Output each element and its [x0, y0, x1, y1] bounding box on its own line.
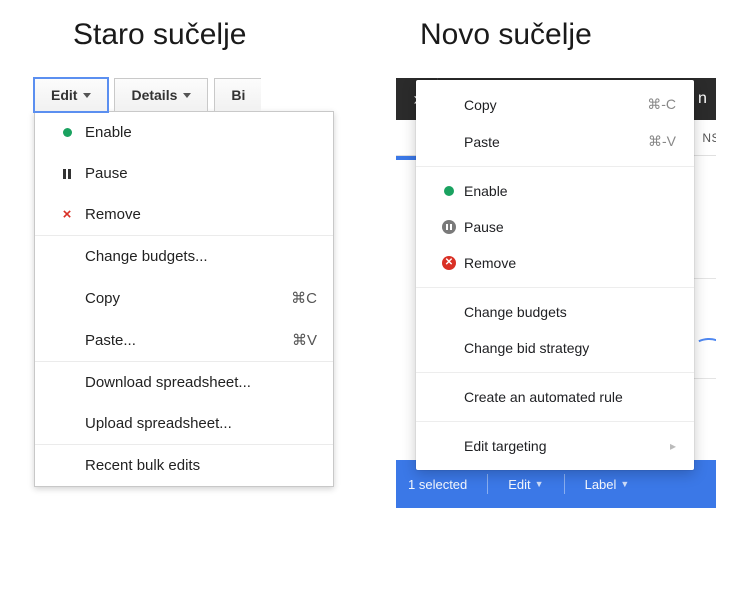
- chart-fragment: [694, 248, 716, 428]
- shortcut-label: ⌘-C: [647, 96, 676, 113]
- menu-item-label: Remove: [85, 206, 141, 223]
- menu-divider: [416, 421, 694, 422]
- caret-down-icon: ▼: [535, 479, 544, 489]
- menu-divider: [416, 372, 694, 373]
- shortcut-label: ⌘-V: [648, 133, 676, 150]
- divider: [564, 474, 565, 494]
- menu-item-label: Enable: [464, 183, 508, 199]
- shortcut-label: ⌘C: [291, 289, 317, 307]
- menu-item-recent-bulk-edits[interactable]: Recent bulk edits: [35, 445, 333, 486]
- header-fragment: n: [694, 78, 716, 120]
- menu-item-label: Recent bulk edits: [85, 457, 200, 474]
- enable-icon: [434, 186, 464, 196]
- edit-button-label: Edit: [51, 79, 77, 111]
- menu-item-label: Remove: [464, 255, 516, 271]
- menu-item-paste[interactable]: Paste... ⌘V: [35, 319, 333, 361]
- menu-item-enable[interactable]: Enable: [35, 112, 333, 153]
- menu-item-label: Upload spreadsheet...: [85, 415, 232, 432]
- details-button-label: Details: [131, 79, 177, 111]
- details-button[interactable]: Details: [114, 78, 208, 112]
- menu-item-pause[interactable]: Pause: [416, 209, 694, 245]
- enable-icon: [55, 128, 79, 137]
- menu-item-label: Change budgets...: [85, 248, 208, 265]
- menu-item-label: Edit targeting: [464, 438, 547, 454]
- remove-icon: ×: [55, 207, 79, 222]
- pause-icon: [434, 220, 464, 234]
- menu-item-download-spreadsheet[interactable]: Download spreadsheet...: [35, 362, 333, 403]
- caret-down-icon: [183, 93, 191, 98]
- menu-item-enable[interactable]: Enable: [416, 173, 694, 209]
- bid-button-fragment[interactable]: Bi: [214, 78, 261, 112]
- selection-count: 1 selected: [408, 477, 467, 492]
- new-ui-panel: › n NS 1 selected Edit ▼ Label ▼ Copy ⌘-…: [396, 78, 716, 508]
- remove-icon: ✕: [434, 256, 464, 270]
- menu-item-label: Change bid strategy: [464, 340, 589, 356]
- menu-item-paste[interactable]: Paste ⌘-V: [416, 123, 694, 160]
- old-edit-menu: Enable Pause × Remove Change budgets... …: [34, 111, 334, 487]
- menu-item-label: Create an automated rule: [464, 389, 623, 405]
- menu-item-label: Pause: [464, 219, 504, 235]
- menu-item-label: Enable: [85, 124, 132, 141]
- menu-item-remove[interactable]: × Remove: [35, 194, 333, 235]
- menu-item-label: Change budgets: [464, 304, 567, 320]
- chevron-right-icon: ▸: [670, 439, 676, 453]
- menu-item-copy[interactable]: Copy ⌘-C: [416, 86, 694, 123]
- header-fragment-letter: n: [698, 90, 707, 108]
- menu-item-create-automated-rule[interactable]: Create an automated rule: [416, 379, 694, 415]
- menu-item-label: Paste...: [85, 332, 136, 349]
- bid-button-label: Bi: [231, 79, 245, 111]
- footer-edit-button[interactable]: Edit ▼: [508, 477, 543, 492]
- menu-item-upload-spreadsheet[interactable]: Upload spreadsheet...: [35, 403, 333, 444]
- caret-down-icon: ▼: [620, 479, 629, 489]
- tab-label-fragment[interactable]: NS: [702, 131, 716, 145]
- old-ui-panel: Edit Details Bi Enable Pause × Remove Ch…: [34, 78, 334, 488]
- menu-item-change-bid-strategy[interactable]: Change bid strategy: [416, 330, 694, 366]
- old-toolbar: Edit Details Bi: [34, 78, 334, 112]
- menu-item-copy[interactable]: Copy ⌘C: [35, 277, 333, 319]
- menu-item-label: Copy: [464, 97, 497, 113]
- footer-edit-label: Edit: [508, 477, 530, 492]
- menu-item-edit-targeting[interactable]: Edit targeting ▸: [416, 428, 694, 464]
- menu-item-label: Paste: [464, 134, 500, 150]
- menu-item-label: Pause: [85, 165, 128, 182]
- divider: [487, 474, 488, 494]
- pause-icon: [55, 169, 79, 179]
- footer-label-label: Label: [585, 477, 617, 492]
- menu-item-label: Download spreadsheet...: [85, 374, 251, 391]
- old-ui-heading: Staro sučelje: [73, 18, 246, 52]
- menu-item-label: Copy: [85, 290, 120, 307]
- menu-item-change-budgets[interactable]: Change budgets: [416, 294, 694, 330]
- edit-button[interactable]: Edit: [34, 78, 108, 112]
- menu-item-pause[interactable]: Pause: [35, 153, 333, 194]
- caret-down-icon: [83, 93, 91, 98]
- menu-divider: [416, 166, 694, 167]
- new-ui-heading: Novo sučelje: [420, 18, 592, 52]
- menu-item-change-budgets[interactable]: Change budgets...: [35, 236, 333, 277]
- shortcut-label: ⌘V: [292, 331, 317, 349]
- footer-label-button[interactable]: Label ▼: [585, 477, 630, 492]
- menu-divider: [416, 287, 694, 288]
- new-edit-menu: Copy ⌘-C Paste ⌘-V Enable Pause ✕ Remove…: [416, 80, 694, 470]
- menu-item-remove[interactable]: ✕ Remove: [416, 245, 694, 281]
